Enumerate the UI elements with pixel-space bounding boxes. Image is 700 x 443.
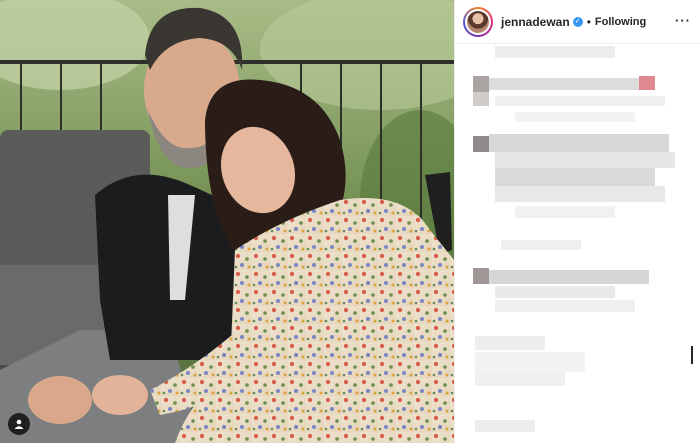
avatar-border [465, 8, 491, 35]
pixelated-block [495, 96, 665, 106]
pixelated-block [473, 268, 489, 284]
pixelated-block [489, 134, 669, 152]
avatar[interactable] [463, 6, 493, 37]
pixelated-block [475, 336, 545, 350]
pixelated-block [489, 78, 639, 90]
pixelated-block [495, 168, 655, 186]
more-options-icon[interactable]: ··· [675, 13, 691, 28]
post-photo[interactable] [0, 0, 454, 443]
pixelated-block [473, 92, 489, 106]
pixelated-block [475, 372, 565, 386]
avatar-image [467, 10, 489, 33]
pixelated-block [475, 420, 535, 432]
pixelated-block [691, 346, 693, 364]
separator-dot: • [586, 14, 591, 29]
pixelated-block [495, 300, 635, 312]
post-header: jennadewan ✓ • Following ··· [455, 0, 700, 44]
pixelated-block [495, 186, 665, 202]
user-tag-icon[interactable] [8, 413, 30, 435]
pixelated-block [515, 206, 615, 218]
verified-badge-icon: ✓ [572, 16, 583, 27]
pixelated-block [515, 112, 635, 122]
following-button[interactable]: Following [595, 16, 646, 28]
post-side-panel: jennadewan ✓ • Following ··· [454, 0, 700, 443]
pixelated-block [489, 270, 649, 284]
pixelated-block [501, 240, 581, 250]
pixelated-block [495, 152, 675, 168]
pixelated-block [473, 136, 489, 152]
username-link[interactable]: jennadewan [501, 15, 570, 29]
pixelated-block [495, 286, 615, 298]
pixelated-block [639, 76, 655, 90]
pixelated-block [475, 352, 585, 372]
pixelated-block [495, 46, 615, 58]
pixelated-block [473, 76, 489, 92]
